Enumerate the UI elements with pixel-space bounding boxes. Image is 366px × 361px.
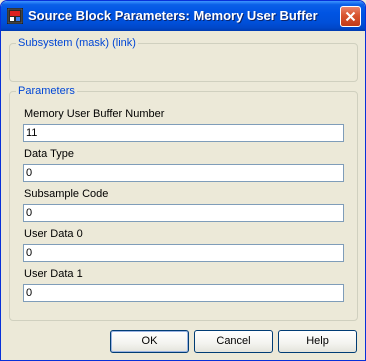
user-data-0-label: User Data 0 <box>24 228 83 240</box>
user-data-1-label: User Data 1 <box>24 268 83 280</box>
close-button[interactable] <box>340 6 361 27</box>
title-bar[interactable]: Source Block Parameters: Memory User Buf… <box>1 1 365 31</box>
mask-group-legend: Subsystem (mask) (link) <box>16 37 138 49</box>
memory-user-buffer-number-label: Memory User Buffer Number <box>24 108 165 120</box>
user-data-0-input[interactable] <box>23 244 344 262</box>
mask-group: Subsystem (mask) (link) <box>9 37 358 82</box>
subsample-code-input[interactable] <box>23 204 344 222</box>
cancel-button[interactable]: Cancel <box>194 330 273 353</box>
parameters-legend: Parameters <box>16 85 77 97</box>
data-type-input[interactable] <box>23 164 344 182</box>
help-button[interactable]: Help <box>278 330 357 353</box>
dialog-window: Source Block Parameters: Memory User Buf… <box>0 0 366 361</box>
memory-user-buffer-number-input[interactable] <box>23 124 344 142</box>
data-type-label: Data Type <box>24 148 74 160</box>
ok-button[interactable]: OK <box>110 330 189 353</box>
subsample-code-label: Subsample Code <box>24 188 109 200</box>
user-data-1-input[interactable] <box>23 284 344 302</box>
window-title: Source Block Parameters: Memory User Buf… <box>28 8 318 23</box>
simulink-block-icon[interactable] <box>7 8 23 24</box>
